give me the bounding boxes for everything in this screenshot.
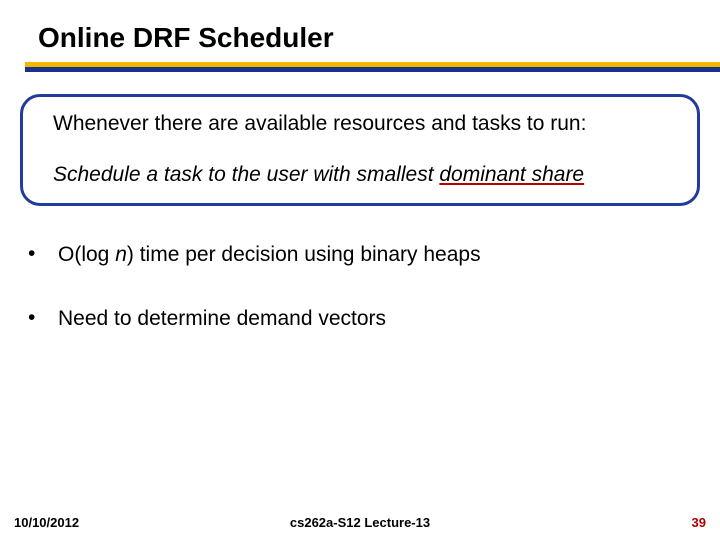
b0-ital: n [115, 243, 127, 266]
rule-navy [25, 67, 720, 72]
footer: 10/10/2012 cs262a-S12 Lecture-13 39 [0, 510, 720, 530]
callout-line2-prefix: Schedule a task to the user with smalles… [53, 163, 439, 186]
callout-line2-highlight: dominant share [439, 163, 584, 186]
slide-title: Online DRF Scheduler [38, 22, 334, 54]
title-underline [25, 62, 720, 72]
callout-line1: Whenever there are available resources a… [53, 111, 673, 136]
slide: Online DRF Scheduler Whenever there are … [0, 0, 720, 540]
bullet-text: Need to determine demand vectors [58, 306, 688, 332]
bullet-item: • Need to determine demand vectors [28, 306, 688, 332]
b1-prefix: Need to determine demand vectors [58, 307, 386, 330]
callout-box: Whenever there are available resources a… [20, 94, 700, 206]
bullet-dot: • [28, 306, 58, 330]
footer-page-number: 39 [692, 515, 706, 530]
callout-line2: Schedule a task to the user with smalles… [53, 162, 673, 187]
b0-suffix: ) time per decision using binary heaps [127, 243, 481, 266]
footer-course: cs262a-S12 Lecture-13 [0, 515, 720, 530]
bullet-list: • O(log n) time per decision using binar… [28, 242, 688, 371]
b0-prefix: O(log [58, 243, 115, 266]
bullet-dot: • [28, 242, 58, 266]
bullet-item: • O(log n) time per decision using binar… [28, 242, 688, 268]
bullet-text: O(log n) time per decision using binary … [58, 242, 688, 268]
